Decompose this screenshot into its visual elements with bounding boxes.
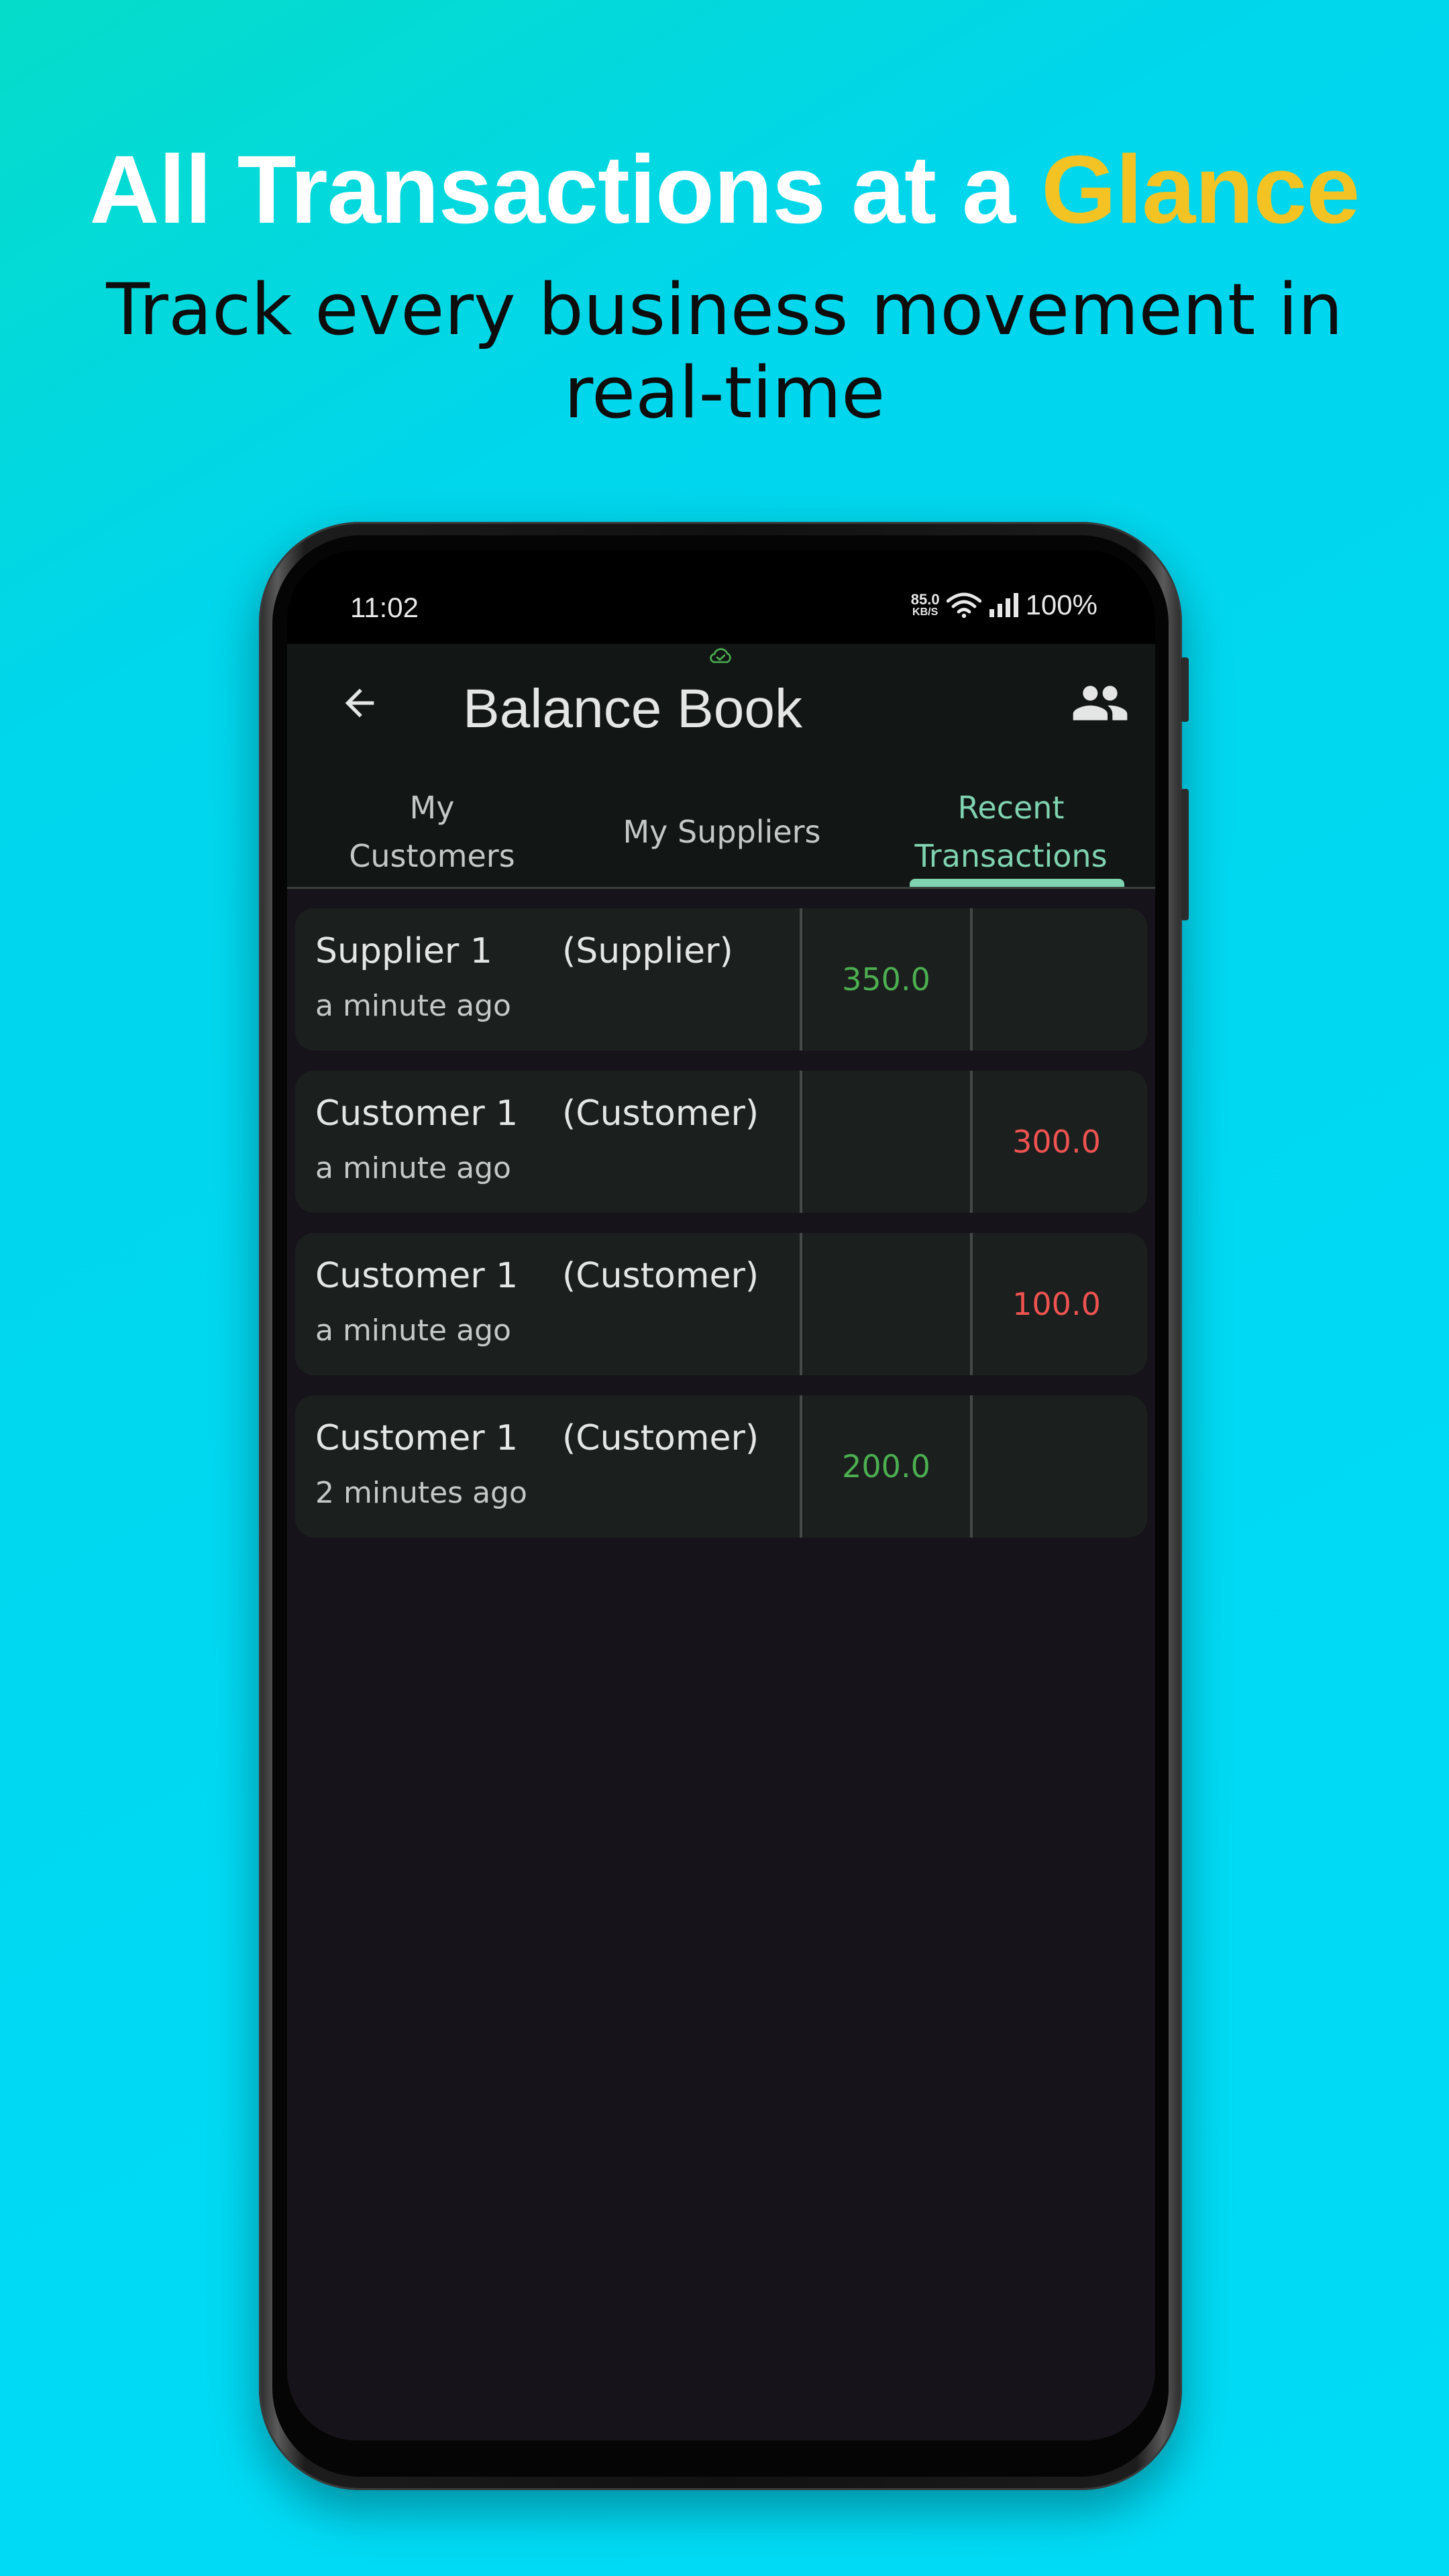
transaction-list: Supplier 1 (Supplier) a minute ago 350.0… — [295, 908, 1147, 1558]
phone-screen: 11:02 85.0 KB/S 100% Balance Book My Cus… — [287, 550, 1155, 2440]
credit-amount: 350.0 — [842, 961, 930, 998]
net-speed-indicator: 85.0 KB/S — [911, 592, 940, 618]
party-name: Supplier 1 — [315, 931, 492, 971]
transaction-row[interactable]: Customer 1 (Customer) a minute ago 300.0 — [295, 1071, 1147, 1213]
transaction-time: a minute ago — [315, 989, 511, 1023]
signal-icon — [989, 593, 1018, 617]
debit-amount — [973, 908, 1140, 1051]
transaction-row[interactable]: Customer 1 (Customer) a minute ago 100.0 — [295, 1233, 1147, 1375]
status-bar: 11:02 85.0 KB/S 100% — [287, 550, 1155, 644]
party-name: Customer 1 — [315, 1093, 519, 1134]
headline-main: All Transactions at a — [89, 136, 1042, 244]
battery-percent: 100% — [1025, 589, 1097, 621]
debit-amount — [973, 1395, 1140, 1538]
party-type: (Customer) — [562, 1093, 759, 1134]
debit-amount: 100.0 — [1012, 1286, 1101, 1322]
app-bar: Balance Book — [287, 644, 1155, 777]
transaction-time: a minute ago — [315, 1313, 511, 1348]
net-speed-value: 85.0 — [910, 591, 940, 608]
party-name: Customer 1 — [315, 1256, 519, 1296]
headline-accent: Glance — [1041, 136, 1360, 244]
wifi-icon — [946, 592, 981, 619]
transaction-time: 2 minutes ago — [315, 1476, 527, 1510]
promo-subtitle: Track every business movement in real-ti… — [106, 268, 1343, 434]
transaction-time: a minute ago — [315, 1151, 511, 1185]
promo-headline: All Transactions at a Glance — [0, 134, 1449, 246]
status-icons: 85.0 KB/S 100% — [911, 589, 1097, 621]
party-type: (Customer) — [562, 1256, 759, 1296]
status-time: 11:02 — [350, 592, 419, 623]
group-icon — [1073, 686, 1128, 720]
transaction-row[interactable]: Customer 1 (Customer) 2 minutes ago 200.… — [295, 1395, 1147, 1538]
party-type: (Supplier) — [562, 931, 733, 971]
phone-power-button — [1181, 657, 1189, 722]
tab-my-customers[interactable]: My Customers — [287, 777, 577, 887]
net-speed-unit: KB/S — [912, 606, 938, 618]
cloud-done-icon — [710, 648, 731, 663]
phone-volume-button — [1181, 789, 1189, 920]
credit-amount — [802, 1233, 970, 1375]
transaction-row[interactable]: Supplier 1 (Supplier) a minute ago 350.0 — [295, 908, 1147, 1051]
tab-recent-transactions[interactable]: Recent Transactions — [867, 777, 1155, 887]
back-button[interactable] — [327, 671, 392, 735]
credit-amount — [802, 1071, 970, 1213]
tab-bar: My Customers My Suppliers Recent Transac… — [287, 777, 1155, 889]
contacts-button[interactable] — [1067, 671, 1134, 735]
page-title: Balance Book — [463, 678, 803, 739]
party-type: (Customer) — [562, 1418, 759, 1458]
arrow-back-icon — [345, 688, 374, 718]
tab-my-suppliers[interactable]: My Suppliers — [577, 777, 867, 887]
active-tab-indicator — [910, 879, 1124, 887]
party-name: Customer 1 — [315, 1418, 519, 1458]
debit-amount: 300.0 — [1012, 1124, 1101, 1160]
credit-amount: 200.0 — [842, 1448, 930, 1485]
